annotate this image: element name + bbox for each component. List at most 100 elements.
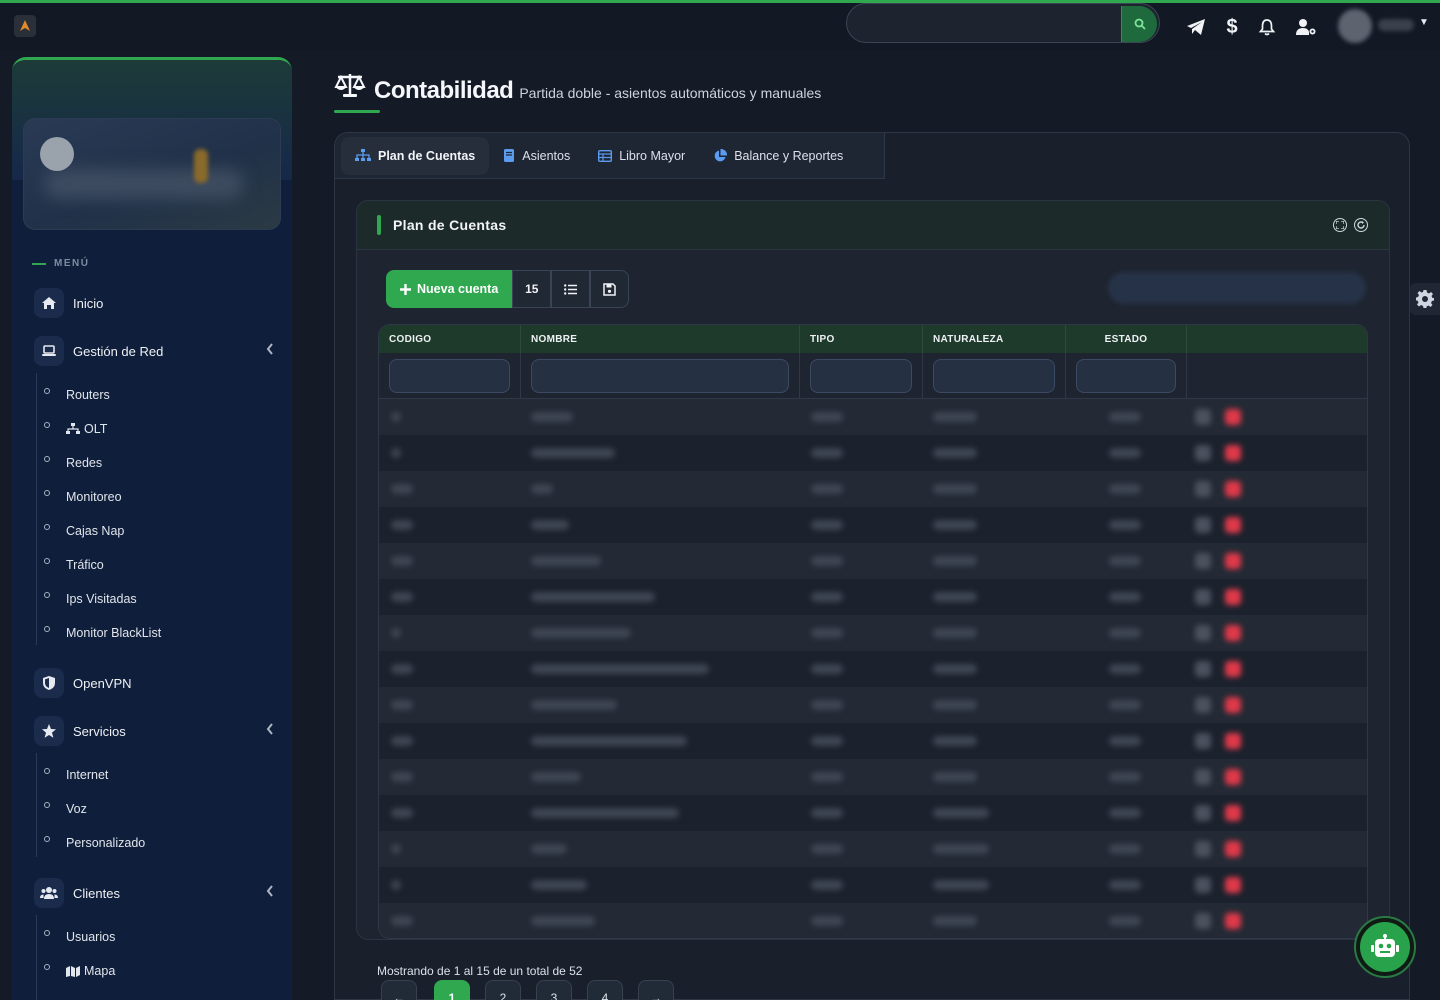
sidebar-item-voz[interactable]: Voz <box>44 799 87 819</box>
sidebar-item-label: Servicios <box>73 723 126 739</box>
delete-button[interactable] <box>1225 913 1241 929</box>
user-avatar[interactable] <box>1338 9 1372 43</box>
column-header-naturaleza[interactable]: NATURALEZA <box>923 325 1066 353</box>
chevron-left-icon <box>266 343 274 358</box>
user-name[interactable] <box>1378 19 1414 31</box>
delete-button[interactable] <box>1225 769 1241 785</box>
edit-button[interactable] <box>1195 661 1211 677</box>
sidebar-item-trafico[interactable]: Tráfico <box>44 555 104 575</box>
sidebar-item-servicios[interactable]: Servicios <box>34 715 274 747</box>
billing-button[interactable]: $ <box>1220 15 1244 39</box>
sidebar-item-ips-visitadas[interactable]: Ips Visitadas <box>44 589 137 609</box>
edit-button[interactable] <box>1195 625 1211 641</box>
edit-button[interactable] <box>1195 769 1211 785</box>
sidebar-item-monitoreo[interactable]: Monitoreo <box>44 487 122 507</box>
delete-button[interactable] <box>1225 841 1241 857</box>
pagination-page-1[interactable]: 1 <box>434 980 470 1000</box>
edit-button[interactable] <box>1195 877 1211 893</box>
edit-button[interactable] <box>1195 841 1211 857</box>
chatbot-button[interactable] <box>1354 916 1416 978</box>
tab-plan-de-cuentas[interactable]: Plan de Cuentas <box>341 136 490 175</box>
sidebar-item-gestion-red[interactable]: Gestión de Red <box>34 335 274 367</box>
edit-button[interactable] <box>1195 733 1211 749</box>
edit-button[interactable] <box>1195 553 1211 569</box>
filter-estado-input[interactable] <box>1076 359 1176 393</box>
delete-button[interactable] <box>1225 409 1241 425</box>
plan-de-cuentas-card: Plan de Cuentas Nueva cuenta 15 CODIGO N… <box>356 200 1390 940</box>
sidebar-item-mapa[interactable]: Mapa <box>44 961 115 981</box>
avatar[interactable] <box>40 137 74 171</box>
shield-icon <box>34 668 64 698</box>
edit-button[interactable] <box>1195 913 1211 929</box>
sidebar-item-personalizado[interactable]: Personalizado <box>44 833 145 853</box>
expand-button[interactable] <box>1333 218 1347 232</box>
tab-libro-mayor[interactable]: Libro Mayor <box>584 137 699 175</box>
pagination-page-3[interactable]: 3 <box>536 980 572 1000</box>
edit-button[interactable] <box>1195 589 1211 605</box>
tab-balance-reportes[interactable]: Balance y Reportes <box>699 137 857 175</box>
sidebar-item-openvpn[interactable]: OpenVPN <box>34 667 274 699</box>
delete-button[interactable] <box>1225 805 1241 821</box>
pagination-prev[interactable]: ← <box>381 980 417 1000</box>
column-header-codigo[interactable]: CODIGO <box>379 325 521 353</box>
user-settings-button[interactable] <box>1294 15 1318 39</box>
global-search-button[interactable] <box>1121 6 1157 42</box>
cell-codigo <box>391 844 401 854</box>
bullet-icon <box>44 388 50 394</box>
cell-codigo <box>391 700 413 710</box>
tab-asientos[interactable]: Asientos <box>489 137 584 175</box>
filter-naturaleza-input[interactable] <box>933 359 1055 393</box>
sidebar-item-routers[interactable]: Routers <box>44 385 110 405</box>
export-button[interactable] <box>590 270 630 308</box>
sidebar-item-clientes[interactable]: Clientes <box>34 877 274 909</box>
delete-button[interactable] <box>1225 553 1241 569</box>
page-length-button[interactable]: 15 <box>512 270 552 308</box>
edit-button[interactable] <box>1195 517 1211 533</box>
delete-button[interactable] <box>1225 733 1241 749</box>
column-header-tipo[interactable]: TIPO <box>800 325 923 353</box>
cell-codigo <box>391 808 413 818</box>
table-search-input[interactable] <box>1108 272 1366 304</box>
dollar-icon: $ <box>1226 15 1238 38</box>
cell-naturaleza <box>933 736 977 746</box>
telegram-button[interactable] <box>1184 15 1208 39</box>
sidebar-item-redes[interactable]: Redes <box>44 453 102 473</box>
delete-button[interactable] <box>1225 877 1241 893</box>
delete-button[interactable] <box>1225 697 1241 713</box>
sidebar-item-olt[interactable]: OLT <box>44 419 107 439</box>
delete-button[interactable] <box>1225 445 1241 461</box>
edit-button[interactable] <box>1195 481 1211 497</box>
delete-button[interactable] <box>1225 517 1241 533</box>
sidebar-item-usuarios[interactable]: Usuarios <box>44 927 115 947</box>
chevron-down-icon[interactable]: ▼ <box>1419 17 1429 28</box>
filter-tipo-input[interactable] <box>810 359 912 393</box>
edit-button[interactable] <box>1195 805 1211 821</box>
delete-button[interactable] <box>1225 661 1241 677</box>
sidebar-item-cajas-nap[interactable]: Cajas Nap <box>44 521 124 541</box>
column-header-estado[interactable]: ESTADO <box>1066 325 1187 353</box>
menu-heading-dash <box>32 262 46 265</box>
global-search-input[interactable] <box>863 14 1113 34</box>
delete-button[interactable] <box>1225 481 1241 497</box>
refresh-button[interactable] <box>1354 218 1368 232</box>
sidebar-item-internet[interactable]: Internet <box>44 765 108 785</box>
sidebar-item-inicio[interactable]: Inicio <box>34 287 274 319</box>
cell-codigo <box>391 484 413 494</box>
new-account-button[interactable]: Nueva cuenta <box>386 270 513 308</box>
filter-codigo-input[interactable] <box>389 359 510 393</box>
delete-button[interactable] <box>1225 589 1241 605</box>
edit-button[interactable] <box>1195 697 1211 713</box>
pagination-next[interactable]: → <box>638 980 674 1000</box>
notifications-button[interactable] <box>1255 15 1279 39</box>
filter-nombre-input[interactable] <box>531 359 789 393</box>
theme-settings-button[interactable] <box>1410 283 1440 315</box>
edit-button[interactable] <box>1195 409 1211 425</box>
app-logo[interactable] <box>14 15 36 37</box>
edit-button[interactable] <box>1195 445 1211 461</box>
delete-button[interactable] <box>1225 625 1241 641</box>
sidebar-item-monitor-blacklist[interactable]: Monitor BlackList <box>44 623 161 643</box>
column-visibility-button[interactable] <box>551 270 591 308</box>
column-header-nombre[interactable]: NOMBRE <box>521 325 800 353</box>
pagination-page-2[interactable]: 2 <box>485 980 521 1000</box>
pagination-page-4[interactable]: 4 <box>587 980 623 1000</box>
